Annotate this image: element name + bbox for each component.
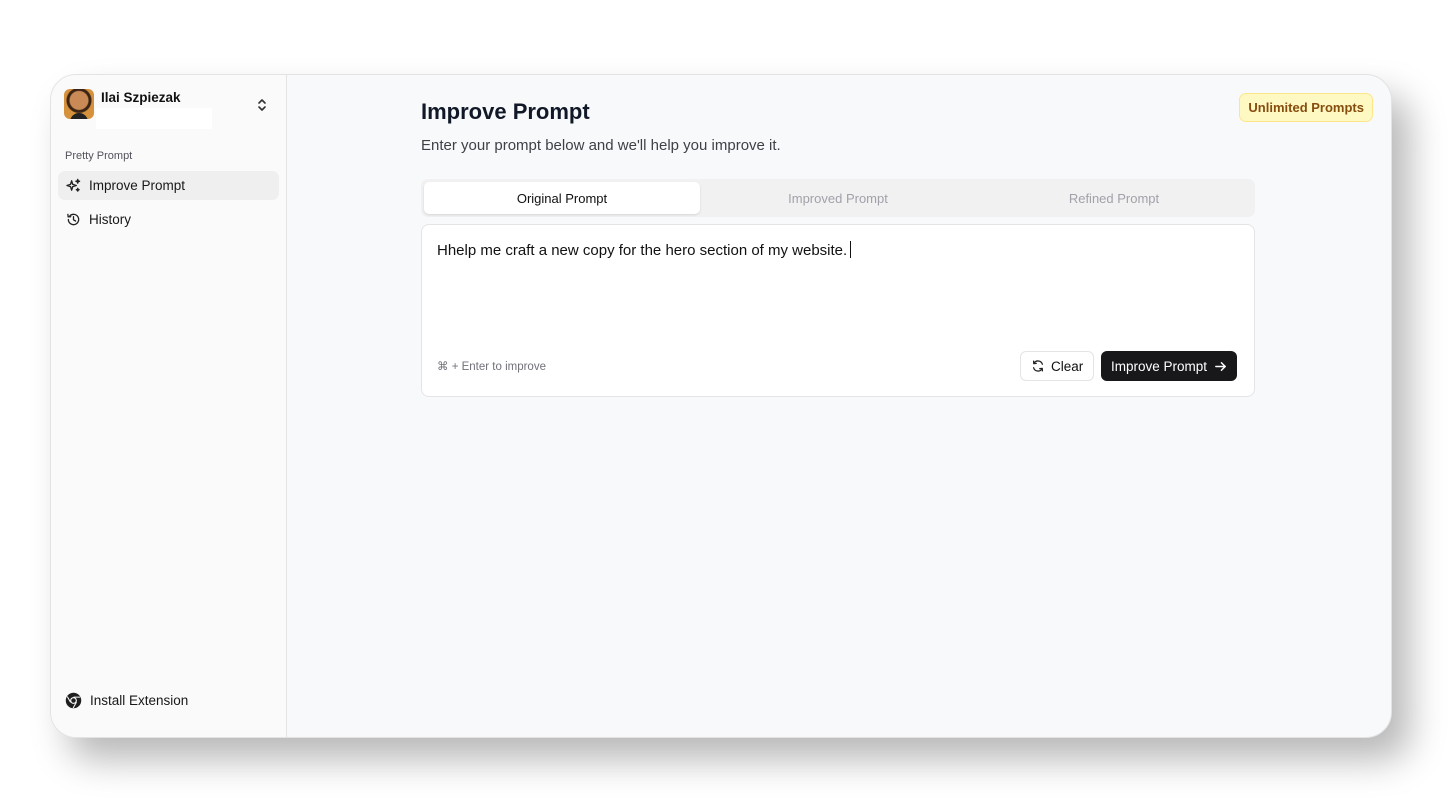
text-caret [850,241,852,258]
install-extension-link[interactable]: Install Extension [65,692,188,709]
refresh-icon [1031,359,1045,373]
tab-original-prompt[interactable]: Original Prompt [424,182,700,214]
sidebar-item-label: Improve Prompt [89,178,186,193]
history-icon [66,212,81,227]
keyboard-hint: ⌘ + Enter to improve [437,361,546,373]
prompt-editor[interactable]: Hhelp me craft a new copy for the hero s… [421,224,1255,397]
user-switcher[interactable]: Ilai Szpiezak [64,89,280,129]
clear-button[interactable]: Clear [1020,351,1095,381]
chrome-icon [65,692,82,709]
user-info: Ilai Szpiezak [96,89,212,129]
plan-badge: Unlimited Prompts [1239,93,1373,122]
sidebar-item-label: History [89,212,132,227]
tab-refined-prompt[interactable]: Refined Prompt [976,182,1252,214]
prompt-text: Hhelp me craft a new copy for the hero s… [437,242,848,259]
sparkles-icon [66,178,81,193]
improve-prompt-button[interactable]: Improve Prompt [1101,351,1238,381]
improve-button-label: Improve Prompt [1111,358,1208,374]
clear-button-label: Clear [1051,358,1084,374]
tab-improved-prompt[interactable]: Improved Prompt [700,182,976,214]
app-window: Ilai Szpiezak Pretty Prompt Improve Prom… [50,74,1392,738]
sidebar-group-label: Pretty Prompt [65,150,133,162]
arrow-right-icon [1214,360,1227,373]
install-extension-label: Install Extension [90,693,189,708]
sidebar-item-history[interactable]: History [58,205,279,234]
chevron-up-down-icon[interactable] [256,97,268,113]
prompt-tabs: Original Prompt Improved Prompt Refined … [421,179,1255,217]
page-subtitle: Enter your prompt below and we'll help y… [421,137,781,154]
user-name: Ilai Szpiezak [101,90,181,105]
main-content: Unlimited Prompts Improve Prompt Enter y… [287,75,1391,737]
user-email-redacted [96,108,212,129]
avatar [64,89,94,119]
page-title: Improve Prompt [421,99,590,124]
sidebar: Ilai Szpiezak Pretty Prompt Improve Prom… [51,75,287,737]
sidebar-item-improve-prompt[interactable]: Improve Prompt [58,171,279,200]
prompt-textarea[interactable]: Hhelp me craft a new copy for the hero s… [437,241,852,259]
